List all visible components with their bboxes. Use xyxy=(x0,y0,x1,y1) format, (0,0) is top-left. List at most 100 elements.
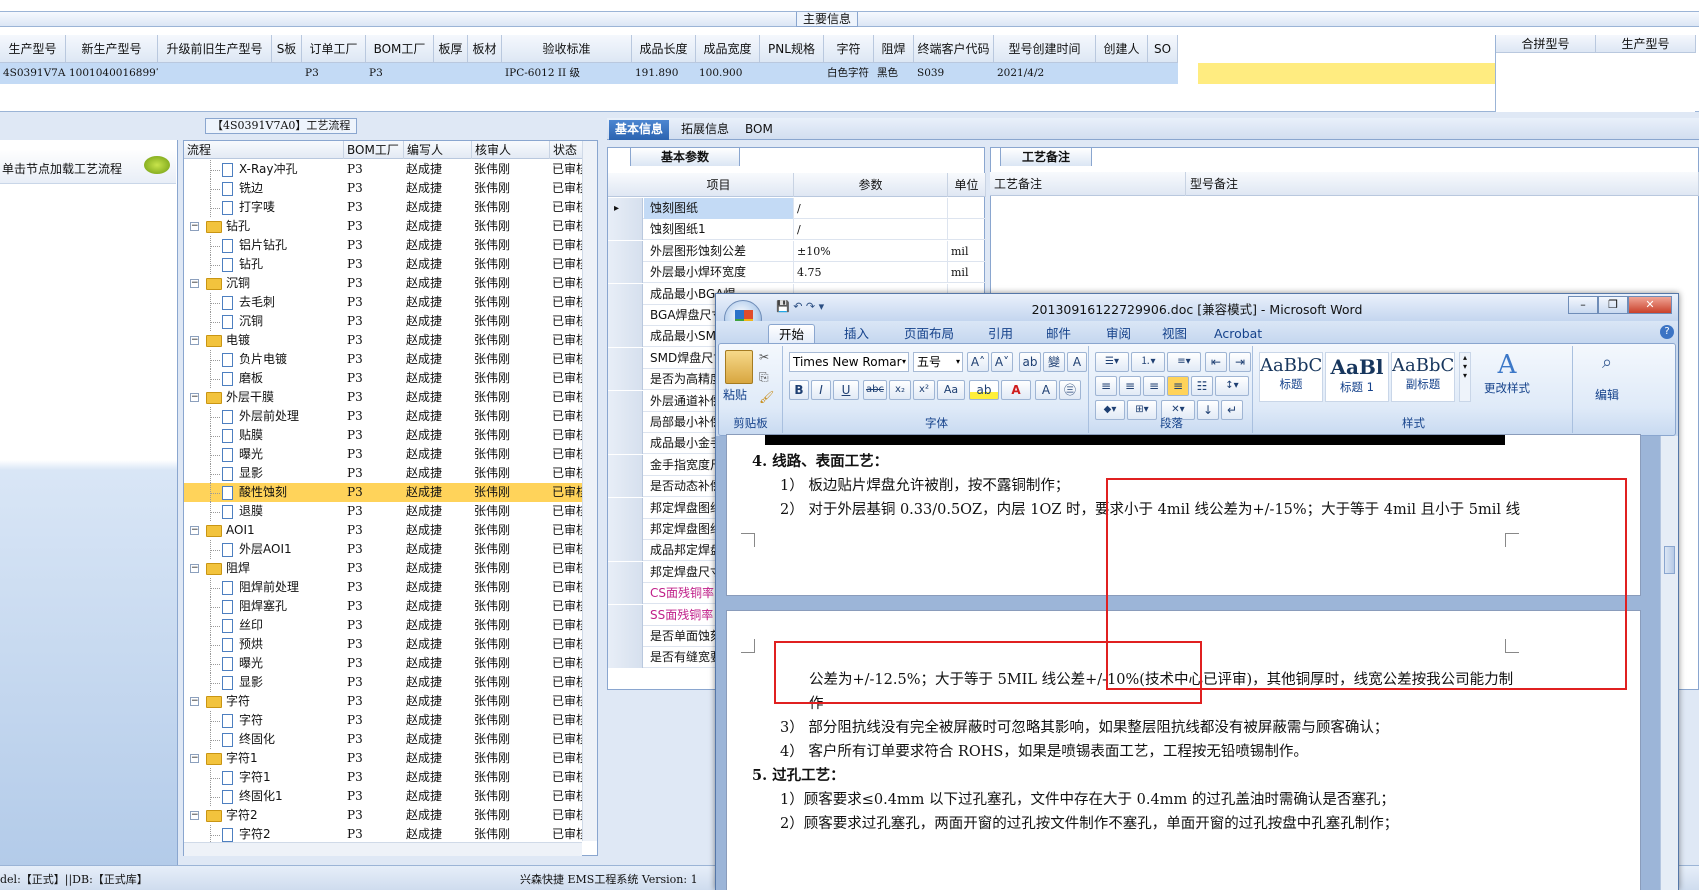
tree-header-1[interactable]: BOM工厂 xyxy=(344,141,404,159)
row-header[interactable] xyxy=(608,626,643,647)
grid-cell-0[interactable]: 4S0391V7A0 xyxy=(0,63,66,84)
tree-row[interactable]: − 字符1 P3 赵成捷 张伟刚 已审核 xyxy=(184,749,584,768)
style-subtitle[interactable]: AaBbC 副标题 xyxy=(1391,352,1455,402)
tree-row[interactable]: 预烘 P3 赵成捷 张伟刚 已审核 xyxy=(184,635,584,654)
tree-node[interactable]: 退膜 xyxy=(222,502,263,521)
line-spacing-icon[interactable]: ↕▾ xyxy=(1215,376,1249,396)
row-header[interactable] xyxy=(608,604,643,626)
param-cell-v[interactable]: / xyxy=(794,219,948,241)
tree-hscrollbar[interactable] xyxy=(184,842,582,856)
tree-row[interactable]: 磨板 P3 赵成捷 张伟刚 已审核 xyxy=(184,369,584,388)
change-styles-button[interactable]: A 更改样式 xyxy=(1481,350,1533,396)
grid-cell-14[interactable]: S039 xyxy=(914,63,994,84)
tree-row[interactable]: 显影 P3 赵成捷 张伟刚 已审核 xyxy=(184,673,584,692)
tree-row[interactable]: 负片电镀 P3 赵成捷 张伟刚 已审核 xyxy=(184,350,584,369)
grid-cell-13[interactable]: 黑色 xyxy=(874,63,914,84)
tree-node[interactable]: 显影 xyxy=(222,464,263,483)
row-header[interactable] xyxy=(608,476,643,498)
merge-header-1[interactable]: 生产型号 xyxy=(1596,35,1696,53)
subscript-icon[interactable]: x₂ xyxy=(889,380,911,400)
row-header[interactable] xyxy=(608,369,643,391)
grid-header-2[interactable]: 升级前旧生产型号 xyxy=(158,35,272,63)
tree-header-3[interactable]: 核审人 xyxy=(472,141,550,159)
ribbon-tab-0[interactable]: 开始 xyxy=(768,324,816,343)
process-tree[interactable]: 流程BOM工厂编写人核审人状态 X-Ray冲孔P3赵成捷张伟刚已审核铣边P3赵成… xyxy=(183,140,598,856)
tree-row[interactable]: X-Ray冲孔 P3 赵成捷 张伟刚 已审核 xyxy=(184,160,584,179)
row-header[interactable] xyxy=(608,326,643,348)
tree-node[interactable]: 字符1 xyxy=(206,749,258,768)
tree-row[interactable]: 贴膜 P3 赵成捷 张伟刚 已审核 xyxy=(184,426,584,445)
ribbon-tab-1[interactable]: 插入 xyxy=(834,324,879,343)
highlight-cell[interactable] xyxy=(1198,63,1495,84)
row-header[interactable] xyxy=(608,412,643,433)
grid-cell-4[interactable]: P3 xyxy=(302,63,366,84)
minimize-icon[interactable]: – xyxy=(1568,296,1598,314)
style-heading1[interactable]: AaBl 标题 1 xyxy=(1325,352,1389,402)
ribbon-tab-4[interactable]: 邮件 xyxy=(1036,324,1081,343)
underline-icon[interactable]: U xyxy=(833,380,859,400)
grid-header-14[interactable]: 终端客户代码 xyxy=(914,35,994,63)
grid-cell-17[interactable] xyxy=(1148,63,1178,84)
grid-cell-15[interactable]: 2021/4/2 xyxy=(994,63,1096,84)
grid-header-13[interactable]: 阻焊 xyxy=(874,35,914,63)
tree-row[interactable]: − 阻焊 P3 赵成捷 张伟刚 已审核 xyxy=(184,559,584,578)
copy-icon[interactable]: ⎘ xyxy=(759,370,769,385)
find-icon[interactable]: ⌕ xyxy=(1587,352,1627,373)
row-header[interactable] xyxy=(608,583,643,605)
style-title[interactable]: AaBbC 标题 xyxy=(1259,352,1323,402)
tab-2[interactable]: BOM xyxy=(739,120,779,140)
tree-row[interactable]: − 钻孔 P3 赵成捷 张伟刚 已审核 xyxy=(184,217,584,236)
tree-row[interactable]: 钻孔 P3 赵成捷 张伟刚 已审核 xyxy=(184,255,584,274)
tree-row[interactable]: 外层AOI1 P3 赵成捷 张伟刚 已审核 xyxy=(184,540,584,559)
tree-node[interactable]: 预烘 xyxy=(222,635,263,654)
tree-row[interactable]: 丝印 P3 赵成捷 张伟刚 已审核 xyxy=(184,616,584,635)
tree-node[interactable]: 打字唛 xyxy=(222,198,275,217)
tree-node[interactable]: 外层前处理 xyxy=(222,407,299,426)
justify-icon[interactable]: ≡ xyxy=(1167,376,1189,396)
tree-node[interactable]: 磨板 xyxy=(222,369,263,388)
tree-row[interactable]: 阻焊前处理 P3 赵成捷 张伟刚 已审核 xyxy=(184,578,584,597)
edit-label[interactable]: 编辑 xyxy=(1583,386,1631,403)
tree-row[interactable]: − 字符2 P3 赵成捷 张伟刚 已审核 xyxy=(184,806,584,825)
param-cell-v[interactable]: 4.75 xyxy=(794,262,948,284)
param-row[interactable]: ▸ 蚀刻图纸 / xyxy=(608,198,986,219)
tree-node[interactable]: 负片电镀 xyxy=(222,350,287,369)
align-left-icon[interactable]: ≡ xyxy=(1095,376,1117,396)
row-header[interactable] xyxy=(608,240,643,262)
tree-node[interactable]: 阻焊 xyxy=(206,559,250,578)
superscript-icon[interactable]: x² xyxy=(913,380,935,400)
italic-icon[interactable]: I xyxy=(811,380,831,400)
param-row[interactable]: 蚀刻图纸1/ xyxy=(608,219,986,241)
scroll-thumb[interactable] xyxy=(1664,546,1675,574)
tree-node[interactable]: 曝光 xyxy=(222,654,263,673)
ribbon-tab-7[interactable]: Acrobat xyxy=(1204,324,1272,343)
tree-node[interactable]: 外层干膜 xyxy=(206,388,274,407)
tree-node[interactable]: 沉铜 xyxy=(206,274,250,293)
row-header[interactable] xyxy=(608,219,643,241)
tree-row[interactable]: − 外层干膜 P3 赵成捷 张伟刚 已审核 xyxy=(184,388,584,407)
row-header[interactable] xyxy=(608,283,643,305)
grid-header-15[interactable]: 型号创建时间 xyxy=(994,35,1096,63)
grid-cell-9[interactable]: 191.890 xyxy=(632,63,696,84)
param-cell-v[interactable]: / xyxy=(794,198,948,219)
tree-node[interactable]: 终固化 xyxy=(222,730,275,749)
tree-node[interactable]: X-Ray冲孔 xyxy=(222,160,297,179)
collapse-icon[interactable]: − xyxy=(190,279,199,288)
grid-header-3[interactable]: S板 xyxy=(272,35,302,63)
param-header-0[interactable]: 项目 xyxy=(644,173,794,197)
strikethrough-icon[interactable]: abc xyxy=(863,380,887,400)
tree-node[interactable]: 钻孔 xyxy=(206,217,250,236)
collapse-icon[interactable]: − xyxy=(190,811,199,820)
bold-icon[interactable]: B xyxy=(789,380,809,400)
tree-node[interactable]: AOI1 xyxy=(206,521,255,540)
row-header[interactable] xyxy=(608,305,643,326)
tree-header-4[interactable]: 状态 xyxy=(550,141,584,159)
tree-header-2[interactable]: 编写人 xyxy=(404,141,472,159)
grid-cell-12[interactable]: 白色字符 xyxy=(824,63,874,84)
grid-cell-6[interactable] xyxy=(434,63,468,84)
tree-node[interactable]: 阻焊塞孔 xyxy=(222,597,287,616)
chat-bubble-icon[interactable] xyxy=(144,156,170,174)
tree-node[interactable]: 酸性蚀刻 xyxy=(222,483,287,502)
tree-row[interactable]: 铝片钻孔 P3 赵成捷 张伟刚 已审核 xyxy=(184,236,584,255)
row-header[interactable] xyxy=(608,262,643,284)
